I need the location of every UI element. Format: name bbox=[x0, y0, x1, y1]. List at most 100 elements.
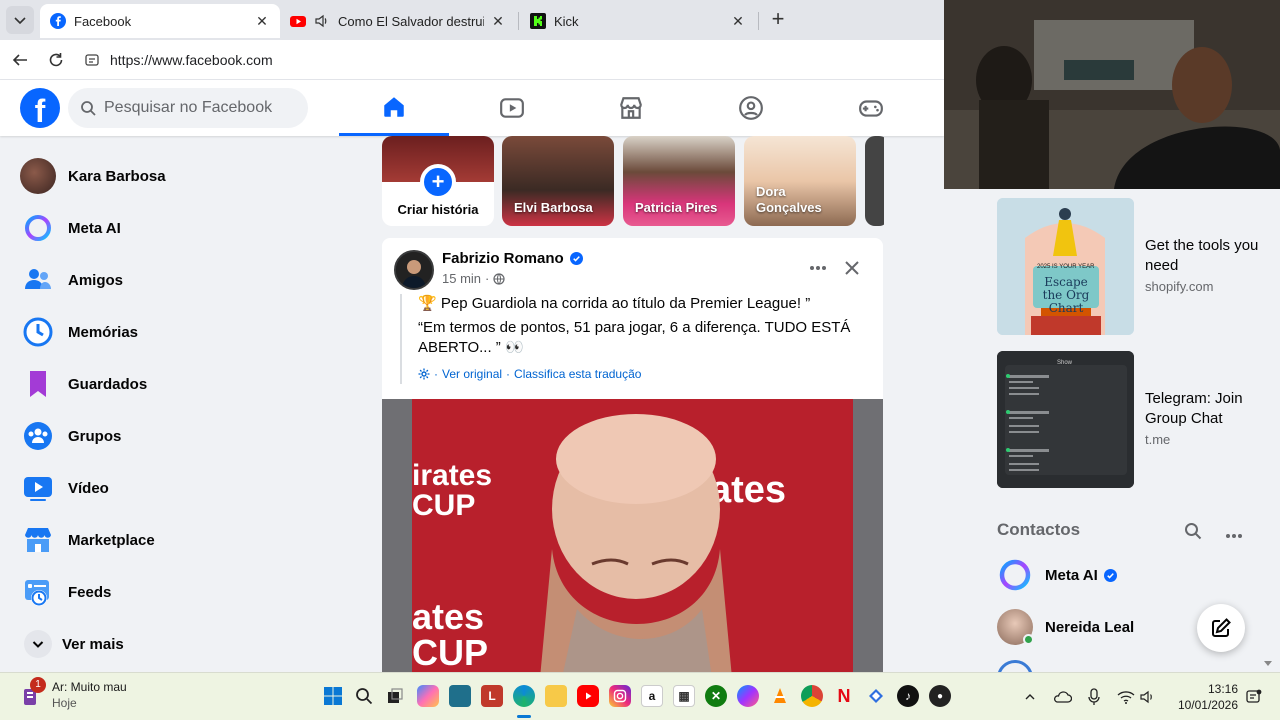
youtube-app[interactable] bbox=[577, 685, 599, 707]
reload-button[interactable] bbox=[44, 48, 68, 72]
vpn-app[interactable] bbox=[865, 685, 887, 707]
facebook-logo[interactable]: f bbox=[20, 88, 60, 128]
active-app-indicator bbox=[517, 715, 531, 718]
chrome-app[interactable] bbox=[801, 685, 823, 707]
weather-widget[interactable]: 1 Ar: Muito mau Hoje bbox=[20, 677, 127, 711]
kick-icon bbox=[530, 13, 546, 29]
home-icon bbox=[384, 96, 404, 117]
back-button[interactable] bbox=[8, 48, 32, 72]
amazon-app[interactable]: a bbox=[641, 685, 663, 707]
ad-image: 2025 IS YOUR YEAR Escape the Org Chart bbox=[997, 198, 1134, 335]
volume-tray[interactable] bbox=[1138, 687, 1158, 707]
marketplace-icon bbox=[620, 97, 642, 119]
xbox-app[interactable]: ✕ bbox=[705, 685, 727, 707]
vpn-icon bbox=[869, 689, 883, 703]
create-story-card[interactable]: + Criar história bbox=[382, 136, 494, 226]
store-app[interactable] bbox=[449, 685, 471, 707]
sponsored-ad[interactable]: Show Telegram: Join Group Chat t.me bbox=[997, 351, 1277, 489]
post-options-button[interactable] bbox=[806, 256, 830, 280]
post-time[interactable]: 15 min bbox=[442, 271, 481, 286]
contact-item[interactable]: Nereida Leal bbox=[997, 607, 1134, 647]
onedrive-tray[interactable] bbox=[1052, 687, 1072, 707]
vlc-app[interactable] bbox=[769, 685, 791, 707]
url-input[interactable]: https://www.facebook.com bbox=[76, 45, 956, 75]
tiktok-app[interactable]: ♪ bbox=[897, 685, 919, 707]
tab-youtube[interactable]: Como El Salvador destruiu su ✕ bbox=[280, 4, 516, 38]
system-clock[interactable]: 13:16 10/01/2026 bbox=[1172, 681, 1238, 713]
youtube-icon bbox=[290, 16, 306, 27]
rate-translation-link[interactable]: Classifica esta tradução bbox=[514, 367, 641, 381]
post-author[interactable]: Fabrizio Romano bbox=[442, 250, 583, 267]
hide-post-button[interactable] bbox=[840, 256, 864, 280]
close-tab-icon[interactable]: ✕ bbox=[730, 13, 746, 30]
contact-item[interactable]: Meta AI bbox=[997, 555, 1117, 595]
site-info-icon[interactable] bbox=[84, 52, 100, 68]
speaker-icon[interactable] bbox=[314, 13, 330, 29]
task-view-button[interactable] bbox=[384, 685, 406, 707]
story-card[interactable]: Elvi Barbosa bbox=[502, 136, 614, 226]
start-button[interactable] bbox=[322, 685, 344, 707]
sidebar-item-marketplace[interactable]: Marketplace bbox=[8, 514, 338, 566]
new-tab-button[interactable]: + bbox=[766, 8, 790, 32]
contact-item-partial[interactable] bbox=[997, 660, 1033, 672]
sidebar-item-label: Feeds bbox=[68, 583, 112, 601]
story-card[interactable]: Dora Gonçalves bbox=[744, 136, 856, 226]
sponsored-ad[interactable]: 2025 IS YOUR YEAR Escape the Org Chart G… bbox=[997, 198, 1277, 336]
tab-kick[interactable]: Kick ✕ bbox=[520, 4, 756, 38]
taskbar-search[interactable] bbox=[353, 685, 375, 707]
microphone-tray[interactable] bbox=[1084, 687, 1104, 707]
scroll-down-arrow[interactable] bbox=[1264, 654, 1272, 666]
sidebar-item-memories[interactable]: Memórias bbox=[8, 306, 338, 358]
friends-icon bbox=[20, 262, 56, 298]
messenger-app[interactable] bbox=[737, 685, 759, 707]
wifi-tray[interactable] bbox=[1116, 687, 1136, 707]
nav-groups[interactable] bbox=[696, 80, 806, 136]
search-icon bbox=[81, 101, 96, 116]
avatar bbox=[997, 609, 1034, 645]
instagram-app[interactable] bbox=[609, 685, 631, 707]
sidebar-item-groups[interactable]: Grupos bbox=[8, 410, 338, 462]
contacts-options-button[interactable] bbox=[1225, 526, 1245, 538]
see-original-link[interactable]: Ver original bbox=[442, 367, 502, 381]
tab-list-dropdown[interactable] bbox=[6, 6, 34, 34]
netflix-icon: N bbox=[837, 685, 851, 706]
sidebar-item-profile[interactable]: Kara Barbosa bbox=[8, 150, 338, 202]
calculator-app[interactable]: ▦ bbox=[673, 685, 695, 707]
reload-icon bbox=[49, 53, 63, 67]
nav-home[interactable] bbox=[339, 80, 449, 136]
sidebar-item-feeds[interactable]: Feeds bbox=[8, 566, 338, 618]
amazon-icon: a bbox=[648, 689, 656, 703]
ad-title: Telegram: Join Group Chat bbox=[1145, 390, 1243, 427]
nav-marketplace[interactable] bbox=[576, 80, 686, 136]
search-input[interactable]: Pesquisar no Facebook bbox=[68, 88, 308, 128]
post-image[interactable]: irates CUP ates ates CUP bbox=[382, 399, 883, 678]
search-contacts-button[interactable] bbox=[1184, 522, 1202, 540]
app-l[interactable]: L bbox=[481, 685, 503, 707]
story-card[interactable] bbox=[865, 136, 884, 226]
netflix-app[interactable]: N bbox=[833, 685, 855, 707]
close-tab-icon[interactable]: ✕ bbox=[490, 13, 506, 30]
edge-app[interactable] bbox=[513, 685, 535, 707]
sidebar-see-more[interactable]: Ver mais bbox=[8, 618, 338, 670]
file-explorer-app[interactable] bbox=[545, 685, 567, 707]
nav-video[interactable] bbox=[457, 80, 567, 136]
close-tab-icon[interactable]: ✕ bbox=[254, 13, 270, 30]
post-text: 🏆 Pep Guardiola na corrida ao título da … bbox=[418, 294, 858, 358]
vlc-icon bbox=[774, 688, 786, 703]
author-avatar[interactable] bbox=[394, 250, 434, 290]
nav-gaming[interactable] bbox=[816, 80, 926, 136]
sidebar-item-meta-ai[interactable]: Meta AI bbox=[8, 202, 338, 254]
left-sidebar: Kara Barbosa Meta AI Amigos Memórias Gua… bbox=[8, 150, 338, 670]
notifications-tray[interactable] bbox=[1244, 687, 1264, 707]
wifi-icon bbox=[1117, 691, 1135, 704]
video-icon bbox=[20, 470, 56, 506]
copilot-app[interactable] bbox=[417, 685, 439, 707]
sidebar-item-friends[interactable]: Amigos bbox=[8, 254, 338, 306]
obs-app[interactable]: ● bbox=[929, 685, 951, 707]
tab-facebook[interactable]: Facebook ✕ bbox=[40, 4, 280, 38]
story-card[interactable]: Patricia Pires bbox=[623, 136, 735, 226]
new-message-button[interactable] bbox=[1197, 604, 1245, 652]
show-hidden-icons[interactable] bbox=[1020, 687, 1040, 707]
sidebar-item-video[interactable]: Vídeo bbox=[8, 462, 338, 514]
sidebar-item-saved[interactable]: Guardados bbox=[8, 358, 338, 410]
